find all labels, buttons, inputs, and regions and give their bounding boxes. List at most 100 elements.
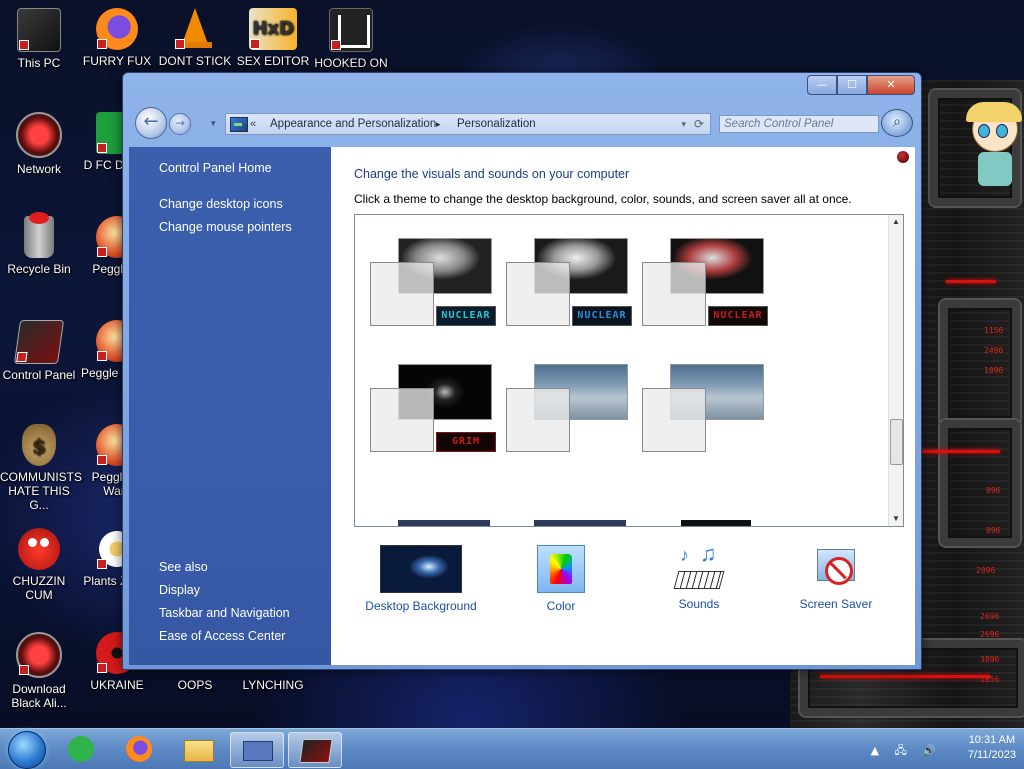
gadget-value: 2696	[980, 612, 1000, 621]
caption-buttons: — ☐ ✕	[807, 75, 915, 95]
desktop-icon-dont-stick[interactable]: DONT STICK	[156, 8, 234, 68]
desktop-icon-communists[interactable]: $ COMMUNISTS HATE THIS G...	[0, 424, 82, 512]
taskbar-spreadsheet-button[interactable]	[56, 732, 108, 766]
theme-tile-partial[interactable]	[534, 520, 626, 526]
close-button[interactable]: ✕	[867, 75, 915, 95]
gadget-value: 3896	[980, 655, 1000, 664]
taskbar-navigation-link[interactable]: Taskbar and Navigation	[159, 606, 290, 620]
clock-date: 7/11/2023	[967, 749, 1016, 761]
folder-icon	[184, 740, 214, 762]
desktop-icon-control-panel[interactable]: Control Panel	[0, 320, 78, 382]
desktop-background-label: Desktop Background	[365, 599, 477, 613]
theme-tile[interactable]	[642, 364, 772, 460]
ease-of-access-link[interactable]: Ease of Access Center	[159, 629, 285, 643]
address-dropdown-icon[interactable]: ▾	[681, 114, 686, 134]
desktop-icon-label: Recycle Bin	[7, 262, 71, 276]
taskbar-app-button[interactable]	[288, 732, 342, 768]
desktop-background-icon	[380, 545, 462, 593]
maximize-button[interactable]: ☐	[837, 75, 867, 95]
control-panel-home-link[interactable]: Control Panel Home	[159, 161, 272, 175]
scroll-down-icon[interactable]: ▼	[889, 512, 903, 526]
desktop-icon-furry-fux[interactable]: FURRY FUX	[78, 8, 156, 68]
theme-list-scrollbar[interactable]: ▲ ▼	[888, 215, 903, 526]
firefox-icon	[96, 8, 138, 50]
gadget-value: 096	[986, 486, 1001, 495]
spreadsheet-icon	[68, 736, 94, 762]
personalization-tools: Desktop Background Color ♪ ♫ Sounds Scre…	[331, 541, 915, 625]
minimize-button[interactable]: —	[807, 75, 837, 95]
volume-icon[interactable]: 🔊	[922, 744, 942, 757]
scroll-thumb[interactable]	[890, 419, 903, 465]
screen-saver-button[interactable]: Screen Saver	[791, 545, 881, 611]
desktop-icon-hooked-on[interactable]: HOOKED ON	[312, 8, 390, 70]
chuzzle-icon	[18, 528, 60, 570]
network-icon[interactable]: 🖧	[895, 744, 913, 757]
theme-tile[interactable]: NUCLEAR	[506, 238, 636, 334]
color-palette-icon	[537, 545, 585, 593]
theme-tile[interactable]: NUCLEAR	[370, 238, 500, 334]
window-icon	[243, 741, 273, 761]
scroll-up-icon[interactable]: ▲	[889, 215, 903, 229]
start-button[interactable]	[8, 731, 46, 769]
taskbar-explorer-button[interactable]	[172, 732, 224, 766]
desktop-icon-label: HOOKED ON	[314, 56, 388, 70]
theme-tile-partial[interactable]	[681, 520, 751, 526]
color-button[interactable]: Color	[521, 545, 601, 613]
breadcrumb-personalization[interactable]: Personalization	[457, 114, 536, 134]
system-tray: ▲ 🖧 🔊	[871, 742, 942, 761]
recycle-bin-icon	[24, 212, 54, 258]
desktop-icon-label: UKRAINE	[90, 678, 144, 692]
desktop-icon-chuzzin-cum[interactable]: CHUZZIN CUM	[0, 528, 78, 602]
firefox-icon	[126, 736, 152, 762]
network-icon	[16, 112, 62, 158]
sounds-label: Sounds	[678, 597, 720, 611]
sounds-button[interactable]: ♪ ♫ Sounds	[659, 541, 739, 611]
theme-tile[interactable]	[506, 364, 636, 460]
clock[interactable]: 10:31 AM 7/11/2023	[968, 733, 1016, 763]
screen-saver-icon	[813, 545, 859, 591]
theme-window-preview	[506, 388, 570, 452]
character-widget-icon	[966, 102, 1022, 188]
theme-window-preview	[370, 262, 434, 326]
desktop-icon-sex-editor[interactable]: HxD SEX EDITOR	[234, 8, 312, 68]
taskbar-control-panel-button[interactable]	[230, 732, 284, 768]
desktop-icon-download-black-ali[interactable]: Download Black Ali...	[0, 632, 78, 710]
money-bag-icon: $	[22, 424, 56, 466]
breadcrumb-appearance[interactable]: Appearance and Personalization	[270, 114, 436, 134]
help-icon[interactable]	[897, 151, 909, 163]
desktop-icon-label: Network	[16, 162, 61, 176]
theme-tile-partial[interactable]	[398, 520, 490, 526]
breadcrumb-separator-icon[interactable]: ▸	[436, 114, 441, 134]
theme-tile[interactable]: NUCLEAR	[642, 238, 772, 334]
desktop-icon-label: Control Panel	[2, 368, 76, 382]
recent-pages-chevron-icon[interactable]: ▾	[211, 119, 216, 129]
desktop-background-button[interactable]: Desktop Background	[361, 545, 481, 613]
address-bar[interactable]: « Appearance and Personalization ▸ Perso…	[225, 113, 711, 135]
desktop-icon-label: CHUZZIN CUM	[12, 574, 66, 602]
change-mouse-pointers-link[interactable]: Change mouse pointers	[159, 220, 292, 234]
desktop-icon-this-pc[interactable]: This PC	[0, 8, 78, 70]
theme-window-preview	[642, 262, 706, 326]
computer-icon	[17, 8, 61, 52]
navigation-bar: ← → ▾ « Appearance and Personalization ▸…	[131, 107, 913, 143]
address-overflow-chevron[interactable]: «	[250, 114, 256, 134]
see-also-heading: See also	[159, 560, 208, 574]
gadget-value: 1856	[980, 675, 1000, 684]
taskbar-firefox-button[interactable]	[114, 732, 166, 766]
theme-tile[interactable]: GRIM	[370, 364, 500, 460]
hex-editor-icon: HxD	[249, 8, 297, 50]
forward-arrow-icon[interactable]: →	[169, 113, 191, 135]
change-desktop-icons-link[interactable]: Change desktop icons	[159, 197, 283, 211]
display-link[interactable]: Display	[159, 583, 200, 597]
search-input[interactable]: Search Control Panel	[719, 115, 879, 133]
back-arrow-icon[interactable]: ←	[135, 107, 167, 139]
control-panel-icon	[13, 320, 65, 364]
search-go-icon[interactable]: ⌕	[881, 109, 913, 137]
show-hidden-icons-icon[interactable]: ▲	[871, 744, 885, 757]
desktop-icon-label: FURRY FUX	[82, 54, 152, 68]
desktop-icon-recycle-bin[interactable]: Recycle Bin	[0, 212, 78, 276]
gadget-value: 1896	[984, 366, 1004, 375]
refresh-icon[interactable]: ⟳	[694, 114, 704, 134]
desktop-icon-network[interactable]: Network	[0, 112, 78, 176]
theme-window-preview	[506, 262, 570, 326]
